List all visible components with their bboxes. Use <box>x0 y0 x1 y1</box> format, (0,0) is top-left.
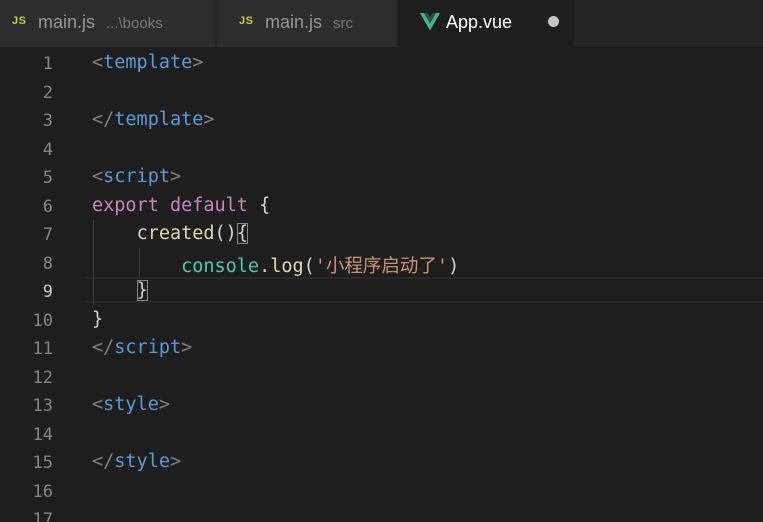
tab-app-vue[interactable]: App.vue <box>398 0 574 47</box>
code-area[interactable]: 1 <template> 2 3 </template> 4 5 <script… <box>0 49 763 522</box>
line-content: } <box>92 280 148 301</box>
line-content: console.log('小程序启动了') <box>181 255 460 277</box>
line-number: 17 <box>32 510 53 522</box>
code-line: 1 <template> <box>0 49 763 78</box>
code-line: 17 <box>0 505 763 522</box>
tab-description: ...\books <box>106 15 163 32</box>
unsaved-changes-dot-icon[interactable] <box>548 16 559 27</box>
line-number: 8 <box>42 253 53 274</box>
line-number: 14 <box>32 424 53 445</box>
line-content: <template> <box>92 52 204 73</box>
tab-main-js-books[interactable]: JS main.js ...\books <box>0 0 216 47</box>
tab-label: main.js <box>38 12 96 32</box>
code-line: 13 <style> <box>0 391 763 420</box>
code-line: 11 </script> <box>0 334 763 363</box>
code-line: 16 <box>0 477 763 506</box>
line-number: 7 <box>42 225 53 245</box>
line-content: </style> <box>92 451 182 472</box>
code-line: 10 } <box>0 306 763 335</box>
code-line: 8 console.log('小程序启动了') <box>0 249 763 278</box>
code-line: 15 </style> <box>0 448 763 477</box>
tab-label: App.vue <box>446 12 513 32</box>
matching-bracket: { <box>236 223 248 244</box>
tab-main-js-src[interactable]: JS main.js src <box>217 0 397 47</box>
js-icon: JS <box>12 15 27 27</box>
line-number: 11 <box>32 339 53 359</box>
code-line: 12 <box>0 363 763 392</box>
line-content: </template> <box>92 109 215 130</box>
line-number: 1 <box>42 54 53 74</box>
code-line: 5 <script> <box>0 163 763 192</box>
line-content: <script> <box>92 166 182 187</box>
vue-icon <box>420 13 440 31</box>
code-editor: JS main.js ...\books JS main.js src App.… <box>0 0 763 522</box>
line-number: 5 <box>42 168 53 188</box>
line-number: 2 <box>42 82 53 103</box>
code-line-current: 9 } <box>0 277 763 306</box>
line-content: } <box>92 308 104 330</box>
line-number: 16 <box>32 481 53 502</box>
matching-bracket: } <box>136 280 148 301</box>
code-line: 7 created(){ <box>0 220 763 249</box>
js-icon: JS <box>239 15 254 27</box>
line-content: created(){ <box>136 223 248 244</box>
line-content: </script> <box>92 337 193 358</box>
code-line: 2 <box>0 78 763 107</box>
line-content: export default { <box>92 194 271 216</box>
line-number: 4 <box>42 139 53 160</box>
line-content: <style> <box>92 394 170 415</box>
tab-description: src <box>333 15 353 32</box>
tab-label: main.js <box>265 12 323 32</box>
line-number: 6 <box>42 196 53 217</box>
line-number: 15 <box>32 453 53 473</box>
line-number: 13 <box>32 396 53 416</box>
code-line: 6 export default { <box>0 192 763 221</box>
line-number: 10 <box>32 310 53 331</box>
tab-bar: JS main.js ...\books JS main.js src App.… <box>0 0 763 47</box>
line-number: 12 <box>32 367 53 388</box>
line-number: 3 <box>42 111 53 131</box>
line-number: 9 <box>42 282 53 302</box>
code-line: 14 <box>0 420 763 449</box>
code-line: 3 </template> <box>0 106 763 135</box>
code-line: 4 <box>0 135 763 164</box>
